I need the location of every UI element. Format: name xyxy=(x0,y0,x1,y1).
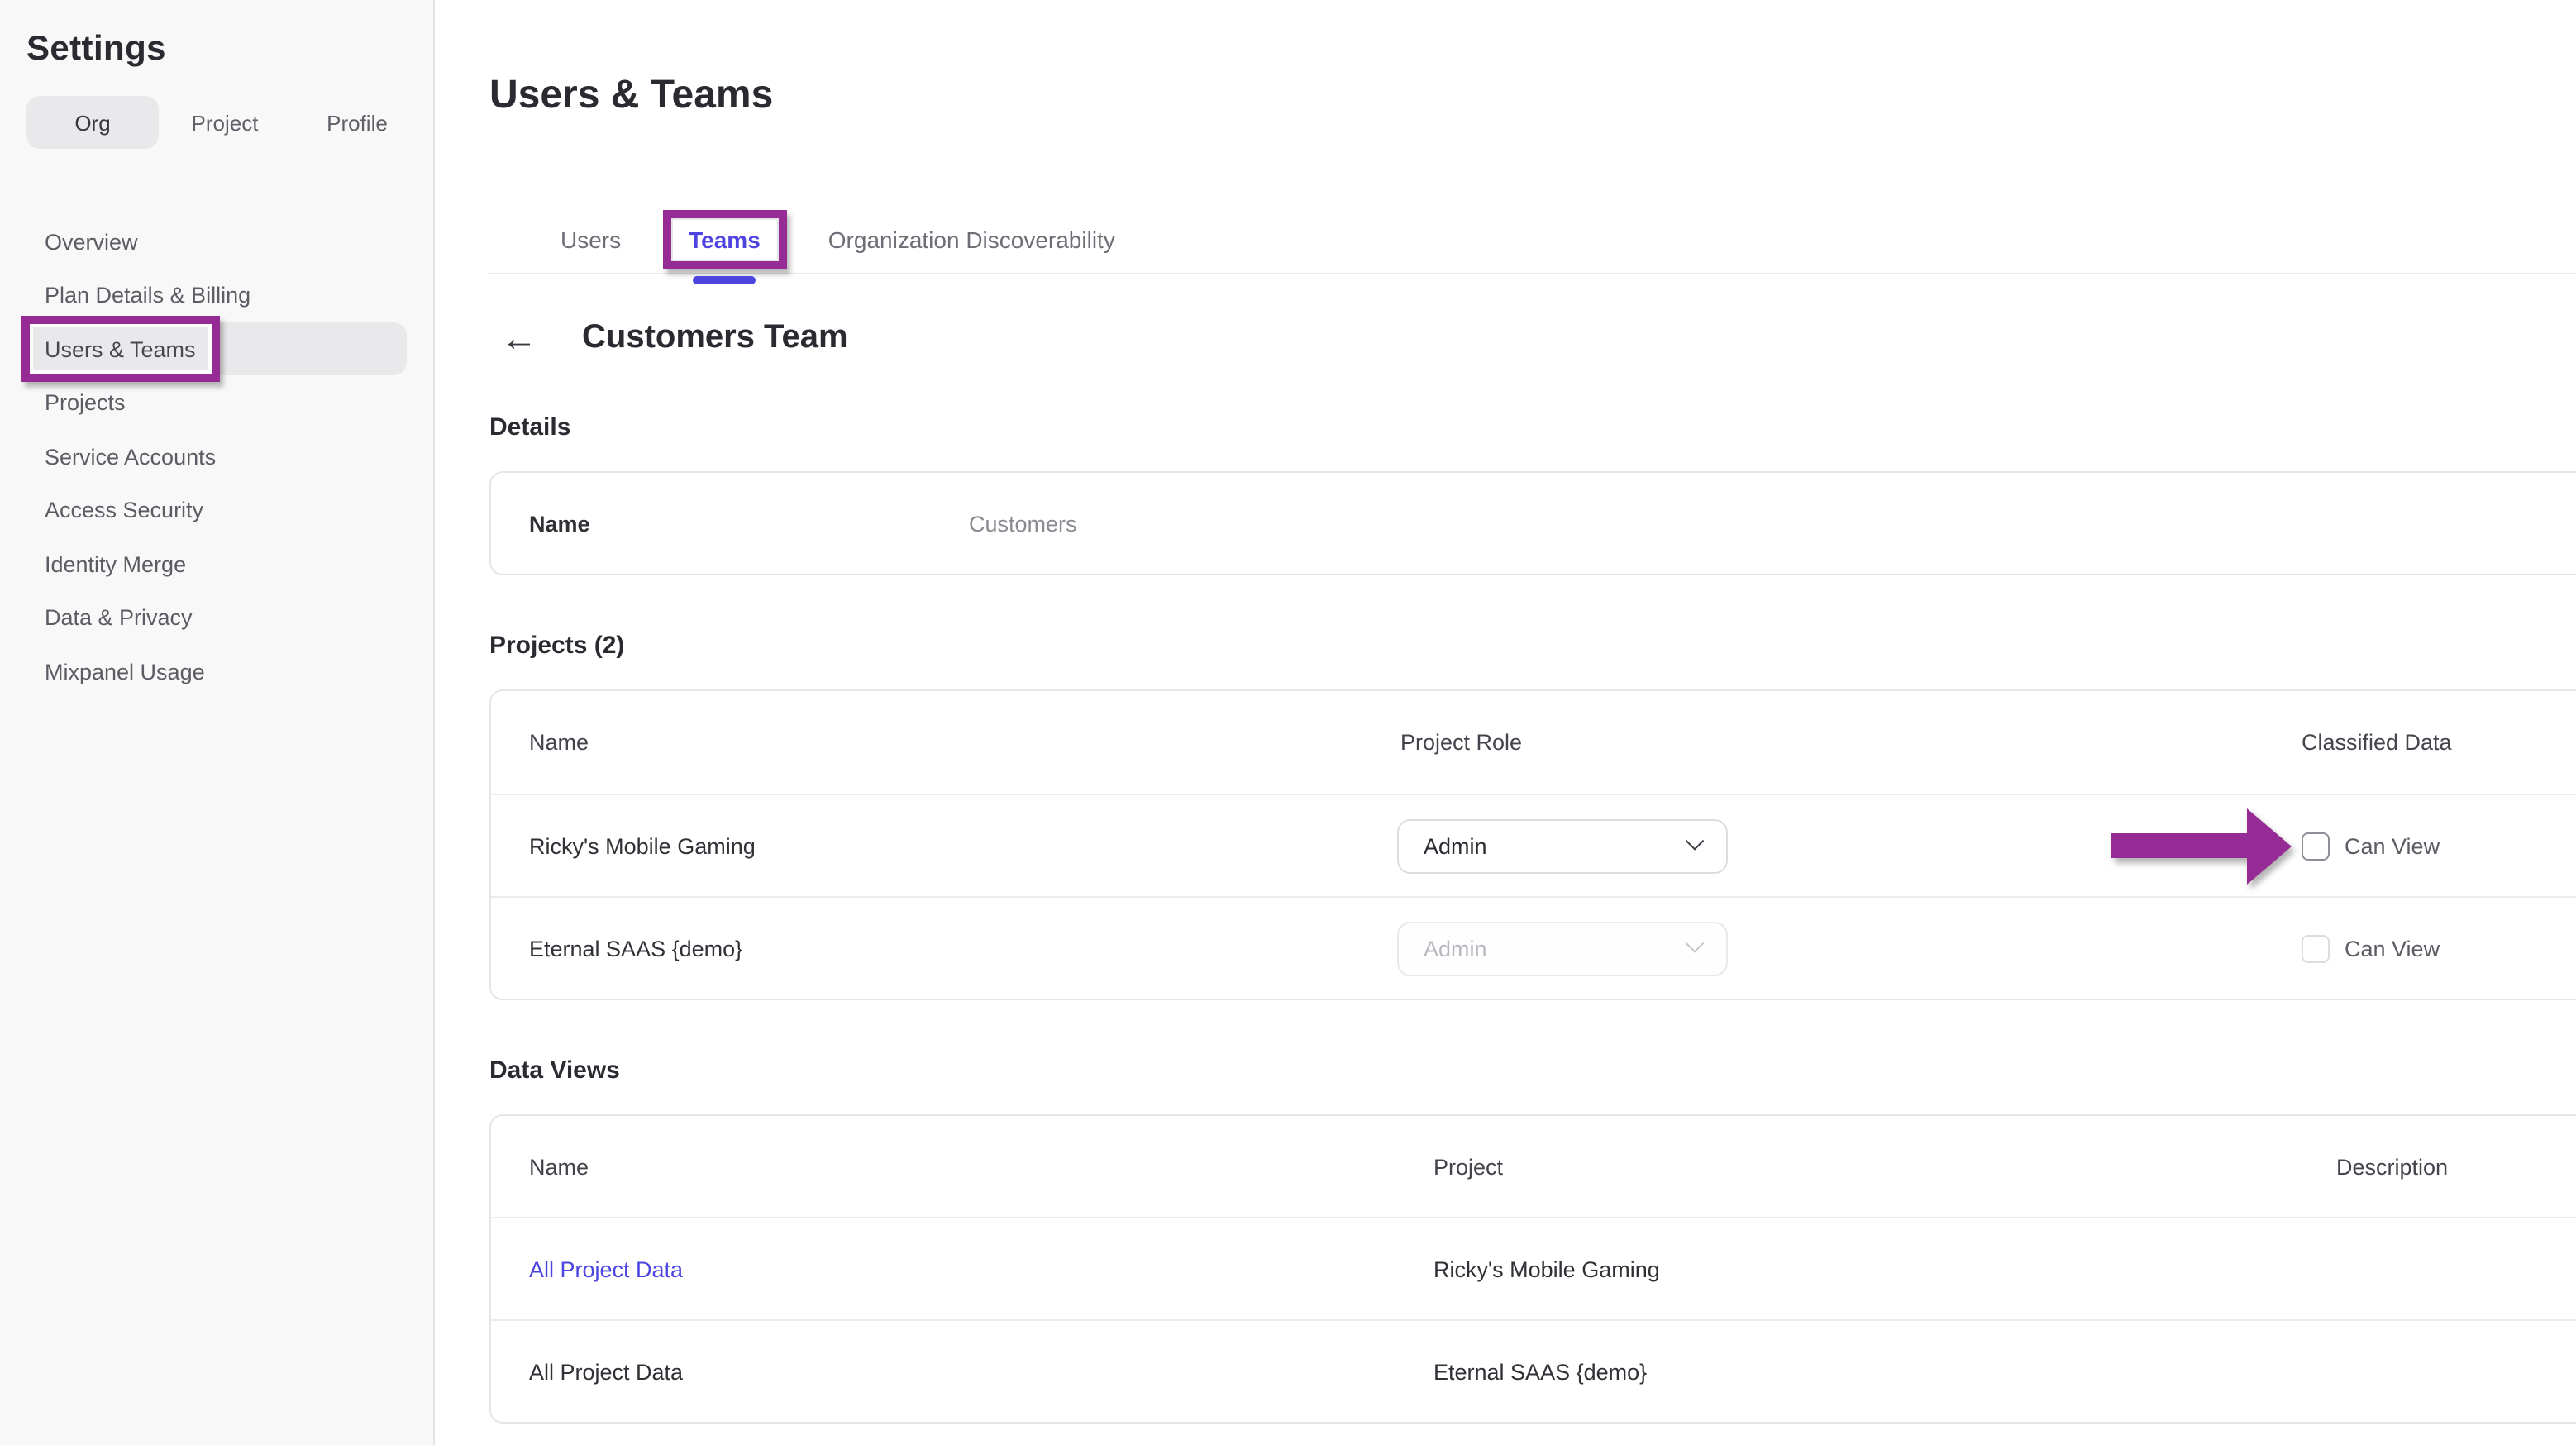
sidebar-item-access-security[interactable]: Access Security xyxy=(26,484,407,537)
settings-sidebar: Settings Org Project Profile Overview Pl… xyxy=(0,0,435,1445)
settings-page: Settings Org Project Profile Overview Pl… xyxy=(0,0,2576,1445)
tab-teams[interactable]: Teams xyxy=(689,226,761,252)
active-tab-indicator xyxy=(693,275,756,284)
data-view-name: All Project Data xyxy=(529,1359,683,1384)
projects-header-row: Name Project Role Classified Data xyxy=(491,691,2576,794)
annotation-box-teams-tab: Teams xyxy=(662,209,787,269)
scope-tabs: Org Project Profile xyxy=(26,96,423,149)
page-title: Users & Teams xyxy=(489,73,2576,119)
table-row-data-view-2: All Project Data Eternal SAAS {demo} xyxy=(491,1319,2576,1422)
project-name: Eternal SAAS {demo} xyxy=(529,936,742,961)
tab-organization-discoverability[interactable]: Organization Discoverability xyxy=(807,226,1137,252)
column-header-classified-data: Classified Data xyxy=(2302,730,2452,755)
annotation-arrow xyxy=(2111,808,2292,884)
project-role-select[interactable]: Admin xyxy=(1397,818,1728,873)
data-view-project: Ricky's Mobile Gaming xyxy=(1433,1257,1660,1281)
can-view-checkbox-disabled xyxy=(2302,934,2330,962)
sidebar-item-identity-merge[interactable]: Identity Merge xyxy=(26,537,407,590)
chevron-down-icon xyxy=(1686,934,1705,953)
can-view-label: Can View xyxy=(2345,936,2440,961)
table-row-data-view-1: All Project Data Ricky's Mobile Gaming xyxy=(491,1217,2576,1319)
projects-table: Name Project Role Classified Data Ricky'… xyxy=(489,689,2576,1000)
team-header: ← Customers Team xyxy=(489,319,2576,357)
main-content: Users & Teams Users Teams Organization D… xyxy=(435,0,2576,1445)
project-role-value: Admin xyxy=(1424,833,1487,858)
sidebar-title: Settings xyxy=(26,30,407,69)
table-row-project-rickys: Ricky's Mobile Gaming Admin Can View xyxy=(491,794,2576,896)
details-name-label: Name xyxy=(529,511,590,536)
column-header-name: Name xyxy=(529,730,589,755)
table-row-project-eternal: Eternal SAAS {demo} Admin Can View xyxy=(491,896,2576,999)
details-card: Name Customers xyxy=(489,471,2576,575)
project-name: Ricky's Mobile Gaming xyxy=(529,833,756,858)
back-arrow-icon[interactable]: ← xyxy=(501,320,537,356)
scope-tab-project[interactable]: Project xyxy=(159,96,291,149)
can-view-label: Can View xyxy=(2345,833,2440,858)
sidebar-item-users-teams[interactable]: Users & Teams xyxy=(26,322,407,375)
sidebar-item-projects[interactable]: Projects xyxy=(26,376,407,429)
sidebar-nav: Overview Plan Details & Billing Users & … xyxy=(26,215,407,698)
sidebar-item-service-accounts[interactable]: Service Accounts xyxy=(26,430,407,483)
sidebar-item-plan-details-billing[interactable]: Plan Details & Billing xyxy=(26,269,407,322)
scope-tab-org[interactable]: Org xyxy=(26,96,159,149)
column-header-project: Project xyxy=(1433,1154,1503,1179)
data-view-project: Eternal SAAS {demo} xyxy=(1433,1359,1647,1384)
sidebar-item-mixpanel-usage[interactable]: Mixpanel Usage xyxy=(26,645,407,698)
tab-users[interactable]: Users xyxy=(539,226,642,252)
chevron-down-icon xyxy=(1686,832,1705,851)
main-tabs: Users Teams Organization Discoverability xyxy=(489,205,2576,274)
data-views-header-row: Name Project Description xyxy=(491,1116,2576,1217)
column-header-description: Description xyxy=(2336,1154,2448,1179)
can-view-checkbox[interactable] xyxy=(2302,832,2330,860)
team-title: Customers Team xyxy=(582,319,848,357)
sidebar-item-label: Users & Teams xyxy=(45,336,196,361)
details-heading: Details xyxy=(489,413,2576,441)
column-header-project-role: Project Role xyxy=(1400,730,1522,755)
project-role-value: Admin xyxy=(1424,936,1487,961)
sidebar-item-data-privacy[interactable]: Data & Privacy xyxy=(26,591,407,644)
data-views-heading: Data Views xyxy=(489,1056,2576,1085)
scope-tab-profile[interactable]: Profile xyxy=(291,96,423,149)
data-views-table: Name Project Description All Project Dat… xyxy=(489,1114,2576,1424)
column-header-name: Name xyxy=(529,1154,589,1179)
projects-heading: Projects (2) xyxy=(489,632,2576,660)
data-view-name-link[interactable]: All Project Data xyxy=(529,1257,683,1281)
details-row: Name Customers xyxy=(491,473,2576,574)
sidebar-item-overview[interactable]: Overview xyxy=(26,215,407,268)
details-name-value: Customers xyxy=(969,511,1077,536)
project-role-select-disabled: Admin xyxy=(1397,921,1728,975)
